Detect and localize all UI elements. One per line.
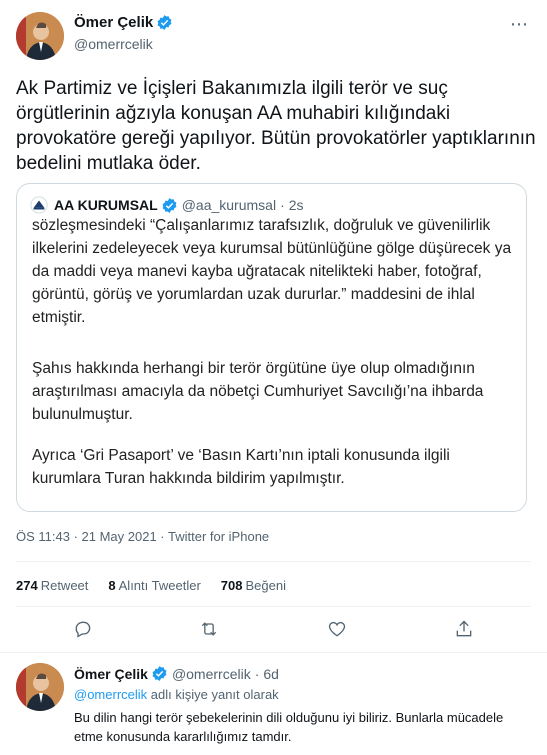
reply-separator: ·: [254, 665, 260, 682]
quote-image-paragraph: Ayrıca ‘Gri Pasaport’ ve ‘Basın Kartı’nı…: [32, 447, 450, 487]
verified-badge-icon: [156, 14, 173, 31]
quote-time: 2s: [288, 197, 304, 213]
quote-separator: ·: [280, 197, 285, 213]
divider: [16, 561, 531, 562]
quote-author-handle: @aa_kurumsal: [181, 197, 277, 213]
tweet-actions: [0, 619, 547, 639]
reply-author-line: Ömer Çelik @omerrcelik · 6d: [74, 665, 279, 682]
reply-author-name[interactable]: Ömer Çelik: [74, 666, 148, 682]
tweet-stats: 274 Retweet 8 Alıntı Tweetler 708 Beğeni: [16, 578, 306, 593]
reply-mention-link[interactable]: @omerrcelik: [74, 687, 147, 702]
reply-icon[interactable]: [73, 619, 93, 639]
reply-text: Bu dilin hangi terör şebekelerinin dili …: [74, 710, 504, 744]
quote-tweet-count[interactable]: 8 Alıntı Tweetler: [108, 578, 200, 593]
author-avatar[interactable]: [16, 12, 64, 60]
retweet-count[interactable]: 274 Retweet: [16, 578, 88, 593]
quote-image-paragraph: sözleşmesindeki “Çalışanlarımız tarafsız…: [32, 217, 512, 326]
more-options-icon[interactable]: ⋯: [510, 14, 529, 35]
reply-author-handle[interactable]: @omerrcelik: [172, 666, 251, 682]
replying-to-suffix: adlı kişiye yanıt olarak: [150, 687, 279, 702]
author-name-line: Ömer Çelik: [74, 14, 173, 31]
share-icon[interactable]: [454, 619, 474, 639]
author-handle[interactable]: @omerrcelik: [74, 36, 153, 52]
replying-to: @omerrcelik adlı kişiye yanıt olarak: [74, 687, 279, 702]
author-name[interactable]: Ömer Çelik: [74, 14, 153, 31]
tweet-text: Ak Partimiz ve İçişleri Bakanımızla ilgi…: [16, 78, 536, 174]
aa-logo-icon: [30, 196, 48, 214]
reply-author-avatar[interactable]: [16, 663, 64, 711]
like-count[interactable]: 708 Beğeni: [221, 578, 286, 593]
tweet-timestamp[interactable]: ÖS 11:43 · 21 May 2021 · Twitter for iPh…: [16, 529, 269, 544]
like-icon[interactable]: [327, 619, 347, 639]
reply-verified-badge-icon: [151, 665, 168, 682]
divider: [16, 606, 531, 607]
main-tweet: Ömer Çelik @omerrcelik ⋯ Ak Partimiz ve …: [0, 0, 547, 651]
quote-header: AA KURUMSAL @aa_kurumsal · 2s: [30, 196, 304, 214]
quote-image-paragraph: Şahıs hakkında herhangi bir terör örgütü…: [32, 360, 484, 423]
quote-image[interactable]: sözleşmesindeki “Çalışanlarımız tarafsız…: [17, 217, 526, 511]
quote-verified-badge-icon: [161, 197, 178, 214]
retweet-icon[interactable]: [199, 619, 219, 639]
quote-author-name: AA KURUMSAL: [54, 197, 158, 213]
quoted-tweet[interactable]: AA KURUMSAL @aa_kurumsal · 2s sözleşmesi…: [16, 183, 527, 512]
reply-time[interactable]: 6d: [263, 666, 279, 682]
reply-tweet[interactable]: Ömer Çelik @omerrcelik · 6d @omerrcelik …: [0, 652, 547, 755]
